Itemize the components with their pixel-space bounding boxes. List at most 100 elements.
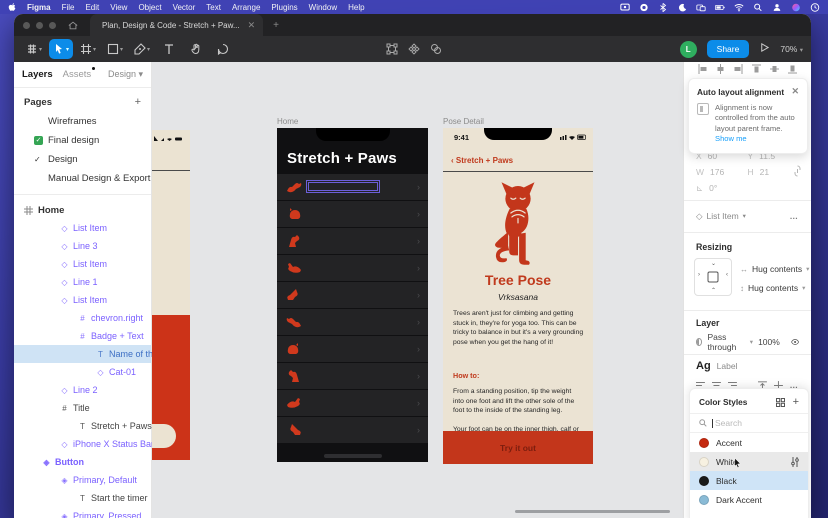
- text-style-row[interactable]: Ag Label: [696, 360, 737, 372]
- back-link[interactable]: ‹ Stretch + Paws: [451, 156, 513, 165]
- show-me-link[interactable]: Show me: [715, 134, 747, 143]
- frame-label-home[interactable]: Home: [277, 117, 298, 126]
- layer-item-iphone-x-status-bar[interactable]: ◇iPhone X Status Bar: [14, 435, 151, 453]
- close-tab-icon[interactable]: ✕: [248, 20, 256, 31]
- tab-assets[interactable]: Assets: [63, 69, 92, 80]
- page-item-manual-design-export[interactable]: Manual Design & Export: [14, 169, 151, 188]
- siri-icon[interactable]: [791, 3, 801, 12]
- share-button[interactable]: Share: [707, 40, 750, 58]
- menu-text[interactable]: Text: [206, 3, 221, 12]
- use-as-mask-icon[interactable]: [430, 43, 442, 55]
- align-h-center-icon[interactable]: [716, 64, 725, 74]
- rotation-field[interactable]: ⊾0°: [696, 183, 748, 194]
- align-right-icon[interactable]: [734, 64, 743, 74]
- menu-edit[interactable]: Edit: [85, 3, 99, 12]
- screen-mirroring-icon[interactable]: [696, 3, 706, 12]
- menu-object[interactable]: Object: [138, 3, 161, 12]
- blend-mode-icon[interactable]: [696, 338, 702, 346]
- pose-list-item[interactable]: ›: [277, 255, 428, 281]
- grid-view-icon[interactable]: [776, 398, 785, 407]
- text-tool-button[interactable]: [157, 39, 181, 59]
- tab-layers[interactable]: Layers: [22, 69, 53, 80]
- edit-object-icon[interactable]: [386, 43, 398, 55]
- canvas[interactable]: Home Stretch + Paws ›››››››››› Pose Deta…: [152, 62, 683, 518]
- menu-figma[interactable]: Figma: [27, 3, 51, 12]
- height-field[interactable]: H21: [748, 167, 800, 177]
- color-style-black[interactable]: Black: [690, 471, 808, 490]
- app-icon[interactable]: [639, 3, 649, 12]
- color-style-white[interactable]: White: [690, 452, 808, 471]
- page-item-wireframes[interactable]: Wireframes: [14, 112, 151, 131]
- page-item-final-design[interactable]: ✓Final design: [14, 131, 151, 150]
- pose-list-item[interactable]: ›: [277, 174, 428, 200]
- pose-list-item[interactable]: ›: [277, 201, 428, 227]
- focus-moon-icon[interactable]: [677, 3, 687, 12]
- layer-item-start-the-timer[interactable]: TStart the timer: [14, 489, 151, 507]
- mode-select[interactable]: Design ▾: [108, 69, 143, 80]
- pose-list-item[interactable]: ›: [277, 309, 428, 335]
- user-switch-icon[interactable]: [772, 3, 782, 12]
- present-button[interactable]: [759, 40, 770, 58]
- width-field[interactable]: W176: [696, 167, 748, 177]
- add-style-button[interactable]: +: [793, 396, 799, 408]
- layer-item-cat-01[interactable]: ◇Cat-01: [14, 363, 151, 381]
- layer-item-line-1[interactable]: ◇Line 1: [14, 273, 151, 291]
- home-title[interactable]: Stretch + Paws: [287, 150, 397, 167]
- layer-item-stretch-paws[interactable]: TStretch + Paws: [14, 417, 151, 435]
- home-icon[interactable]: [68, 21, 78, 30]
- opacity-field[interactable]: 100%: [758, 337, 780, 347]
- menu-vector[interactable]: Vector: [173, 3, 196, 12]
- align-left-icon[interactable]: [698, 64, 707, 74]
- layer-item-button[interactable]: ◈Button: [14, 453, 151, 471]
- page-item-design[interactable]: ✓Design: [14, 150, 151, 169]
- shape-tool-button[interactable]: ▾: [103, 39, 127, 59]
- horizontal-scrollbar[interactable]: [515, 510, 670, 513]
- zoom-level-select[interactable]: 70% ▾: [780, 44, 803, 54]
- add-page-button[interactable]: +: [135, 96, 141, 108]
- edit-style-icon[interactable]: [791, 457, 799, 467]
- comment-tool-button[interactable]: [211, 39, 235, 59]
- avatar[interactable]: L: [680, 41, 697, 58]
- align-bottom-icon[interactable]: [788, 64, 797, 74]
- instance-selector[interactable]: ◇ List Item ▾ …: [684, 208, 811, 224]
- menu-view[interactable]: View: [110, 3, 127, 12]
- align-top-icon[interactable]: [752, 64, 761, 74]
- create-component-icon[interactable]: [408, 43, 420, 55]
- bluetooth-icon[interactable]: [658, 3, 668, 12]
- minimize-window-button[interactable]: [36, 22, 43, 29]
- file-tab[interactable]: Plan, Design & Code - Stretch + Paw... ✕: [90, 14, 263, 36]
- align-v-center-icon[interactable]: [770, 64, 779, 74]
- menu-arrange[interactable]: Arrange: [232, 3, 260, 12]
- menu-window[interactable]: Window: [309, 3, 337, 12]
- try-it-out-button[interactable]: Try it out: [443, 431, 593, 464]
- layer-home-frame[interactable]: Home: [14, 201, 151, 219]
- pen-tool-button[interactable]: ▾: [130, 39, 154, 59]
- blend-mode-select[interactable]: Pass through: [707, 332, 744, 352]
- frame-label-pose-detail[interactable]: Pose Detail: [443, 117, 484, 126]
- new-tab-button[interactable]: +: [273, 20, 279, 31]
- display-icon[interactable]: [620, 3, 630, 12]
- home-frame[interactable]: Stretch + Paws ››››››››››: [277, 128, 428, 462]
- pose-list-item[interactable]: ›: [277, 363, 428, 389]
- visibility-eye-icon[interactable]: [791, 338, 799, 346]
- layer-item-primary-pressed[interactable]: ◈Primary, Pressed: [14, 507, 151, 518]
- layer-item-title[interactable]: #Title: [14, 399, 151, 417]
- move-tool-button[interactable]: ▾: [49, 39, 73, 59]
- menu-help[interactable]: Help: [348, 3, 364, 12]
- layer-item-line-3[interactable]: ◇Line 3: [14, 237, 151, 255]
- pose-list-item[interactable]: ›: [277, 282, 428, 308]
- clock-icon[interactable]: [810, 3, 820, 12]
- traffic-lights[interactable]: [23, 22, 56, 29]
- main-menu-button[interactable]: ▾: [22, 39, 46, 59]
- apple-logo-icon[interactable]: [8, 3, 17, 12]
- style-search-input[interactable]: Search: [690, 413, 808, 433]
- layer-item-badge-text[interactable]: #Badge + Text: [14, 327, 151, 345]
- resizing-widget[interactable]: ⌄ ⌃ › ‹: [694, 258, 732, 296]
- pose-list-item[interactable]: ›: [277, 390, 428, 416]
- close-window-button[interactable]: [23, 22, 30, 29]
- color-style-dark-accent[interactable]: Dark Accent: [690, 490, 808, 509]
- layer-item-chevron-right[interactable]: #chevron.right: [14, 309, 151, 327]
- partial-frame-top[interactable]: [152, 130, 190, 315]
- color-style-accent[interactable]: Accent: [690, 433, 808, 452]
- menu-plugins[interactable]: Plugins: [271, 3, 297, 12]
